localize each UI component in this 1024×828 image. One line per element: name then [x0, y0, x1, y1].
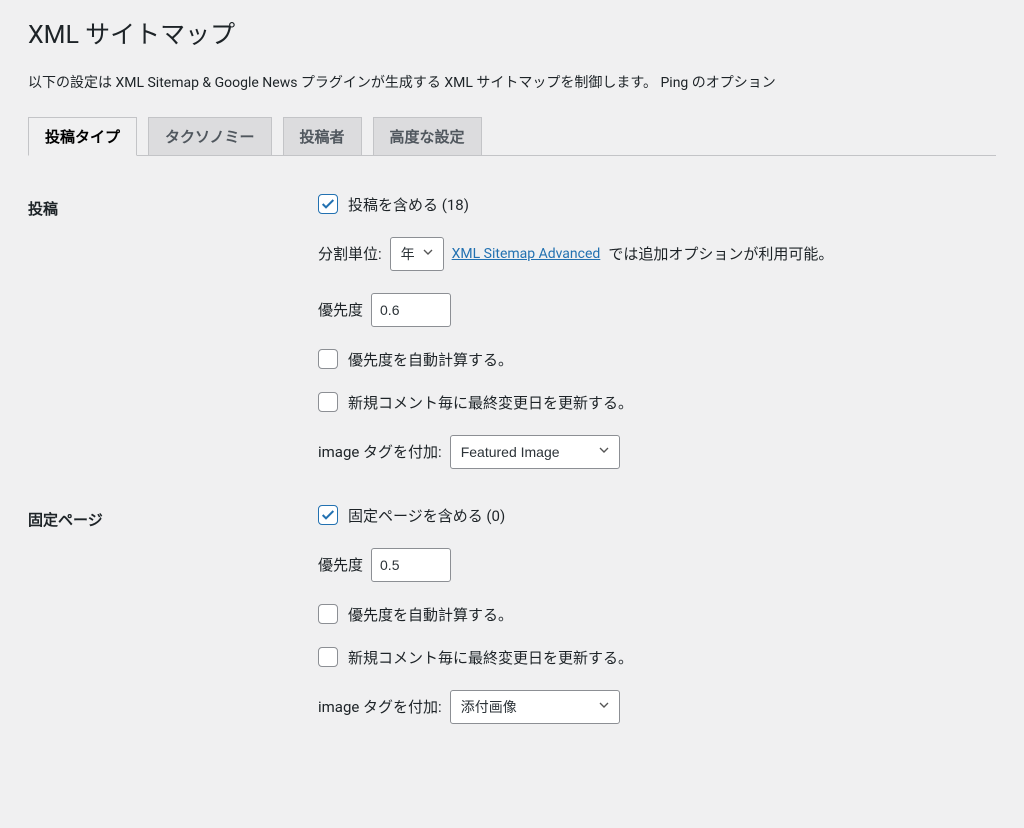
include-pages-checkbox[interactable] [318, 505, 338, 525]
posts-priority-input[interactable] [371, 293, 451, 327]
pages-update-lastmod-label[interactable]: 新規コメント毎に最終変更日を更新する。 [318, 647, 633, 668]
check-icon [320, 196, 336, 212]
pages-priority-label: 優先度 [318, 554, 363, 575]
posts-priority-label: 優先度 [318, 299, 363, 320]
tab-advanced[interactable]: 高度な設定 [373, 117, 482, 155]
split-by-label: 分割単位: [318, 243, 382, 264]
posts-auto-priority-checkbox[interactable] [318, 349, 338, 369]
posts-update-lastmod-label[interactable]: 新規コメント毎に最終変更日を更新する。 [318, 392, 633, 413]
xml-sitemap-advanced-link[interactable]: XML Sitemap Advanced [452, 246, 601, 262]
pages-update-lastmod-checkbox[interactable] [318, 647, 338, 667]
include-posts-checkbox[interactable] [318, 194, 338, 214]
pages-image-tag-label: image タグを付加: [318, 696, 442, 717]
tab-authors[interactable]: 投稿者 [283, 117, 362, 155]
pages-auto-priority-text: 優先度を自動計算する。 [348, 604, 513, 625]
page-title: XML サイトマップ [28, 0, 996, 63]
posts-update-lastmod-checkbox[interactable] [318, 392, 338, 412]
pages-auto-priority-label[interactable]: 優先度を自動計算する。 [318, 604, 513, 625]
posts-auto-priority-label[interactable]: 優先度を自動計算する。 [318, 349, 513, 370]
split-by-select[interactable]: 年 [390, 237, 444, 271]
tab-post-types[interactable]: 投稿タイプ [28, 117, 137, 156]
include-pages-label[interactable]: 固定ページを含める (0) [318, 505, 505, 526]
include-posts-label[interactable]: 投稿を含める (18) [318, 194, 469, 215]
tab-taxonomies[interactable]: タクソノミー [148, 117, 272, 155]
pages-update-lastmod-text: 新規コメント毎に最終変更日を更新する。 [348, 647, 633, 668]
section-heading-posts: 投稿 [28, 176, 308, 487]
include-pages-text: 固定ページを含める (0) [348, 505, 505, 526]
pages-priority-input[interactable] [371, 548, 451, 582]
include-posts-text: 投稿を含める (18) [348, 194, 469, 215]
section-heading-pages: 固定ページ [28, 487, 308, 742]
posts-image-tag-label: image タグを付加: [318, 441, 442, 462]
pages-auto-priority-checkbox[interactable] [318, 604, 338, 624]
posts-update-lastmod-text: 新規コメント毎に最終変更日を更新する。 [348, 392, 633, 413]
advanced-after-text: では追加オプションが利用可能。 [608, 243, 833, 264]
posts-auto-priority-text: 優先度を自動計算する。 [348, 349, 513, 370]
page-description: 以下の設定は XML Sitemap & Google News プラグインが生… [28, 73, 996, 94]
check-icon [320, 507, 336, 523]
tab-nav: 投稿タイプ タクソノミー 投稿者 高度な設定 [28, 116, 996, 156]
posts-image-tag-select[interactable]: Featured Image [450, 435, 620, 469]
pages-image-tag-select[interactable]: 添付画像 [450, 690, 620, 724]
